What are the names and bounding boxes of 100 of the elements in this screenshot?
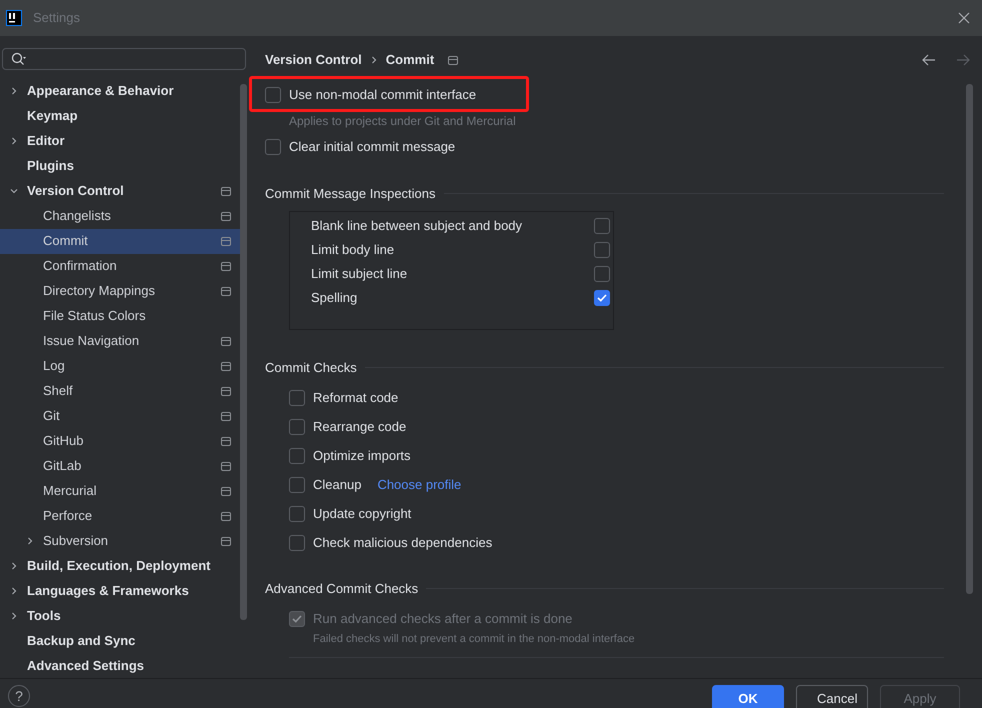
checkbox[interactable] (289, 418, 305, 434)
project-level-icon (221, 436, 231, 446)
tree-item[interactable]: Appearance & Behavior (0, 78, 240, 104)
checkbox[interactable] (594, 290, 610, 306)
checkbox[interactable] (289, 534, 305, 550)
checkbox[interactable] (594, 218, 610, 234)
inspection-name[interactable]: Blank line between subject and body (311, 216, 594, 236)
tree-item-label: Perforce (43, 507, 94, 526)
tree-item[interactable]: Tools (0, 604, 240, 628)
inspection-name[interactable]: Limit body line (311, 240, 594, 260)
inspection-name[interactable]: Limit subject line (311, 264, 594, 284)
choose-profile-link[interactable]: Choose profile (377, 474, 462, 494)
project-level-icon (221, 186, 231, 196)
checkbox-label[interactable]: Reformat code (313, 388, 398, 408)
tree-item-label: GitHub (43, 432, 84, 450)
project-level-icon (221, 412, 231, 420)
tree-item-label: Editor (27, 132, 66, 150)
checkbox-label[interactable]: Use non-modal commit interface (289, 85, 476, 105)
window-title: Settings (33, 9, 80, 28)
section-title: Advanced Commit Checks (265, 580, 418, 598)
tree-item[interactable]: Directory Mappings (0, 278, 240, 304)
tree-item[interactable]: File Status Colors (0, 304, 240, 328)
chevron-down-icon[interactable] (10, 187, 18, 195)
project-level-icon (221, 512, 231, 520)
tree-item[interactable]: Keymap (0, 104, 240, 128)
hint-text: Failed checks will not prevent a commit in the non-modal interface (313, 632, 636, 646)
project-level-icon (221, 262, 231, 270)
tree-item[interactable]: Build, Execution, Deployment (0, 554, 240, 578)
scrollbar[interactable] (240, 84, 247, 620)
forward-arrow-icon[interactable] (956, 54, 970, 66)
checkbox[interactable] (289, 448, 305, 464)
tree-item[interactable]: Advanced Settings (0, 654, 240, 678)
tree-item[interactable]: Backup and Sync (0, 628, 240, 654)
tree-item[interactable]: GitHub (0, 428, 240, 454)
checkbox[interactable] (594, 242, 610, 258)
tree-item[interactable]: Confirmation (0, 254, 240, 278)
tree-item[interactable]: Perforce (0, 504, 240, 528)
search-field[interactable] (2, 48, 246, 70)
project-level-icon (221, 386, 231, 396)
checkbox[interactable] (289, 506, 305, 522)
project-level-icon (221, 212, 231, 220)
help-button[interactable]: ? (8, 685, 30, 707)
checkbox[interactable] (594, 266, 610, 282)
tree-item-label: GitLab (43, 457, 82, 476)
project-level-icon (221, 462, 231, 470)
checkmark-icon (292, 614, 302, 622)
checkbox[interactable] (289, 476, 305, 492)
tree-item[interactable]: Editor (0, 128, 240, 154)
tree-item[interactable]: Issue Navigation (0, 328, 240, 354)
tree-item[interactable]: Git (0, 404, 240, 428)
project-level-icon (221, 536, 231, 546)
back-arrow-icon[interactable] (922, 54, 936, 66)
hint-text: Applies to projects under Git and Mercurial (289, 114, 517, 128)
search-icon (11, 52, 27, 66)
tree-item-label: Appearance & Behavior (27, 82, 175, 100)
checkbox-label[interactable]: Cleanup (313, 474, 362, 494)
chevron-right-icon (370, 56, 378, 64)
checkbox-label[interactable]: Clear initial commit message (289, 137, 456, 157)
checkmark-icon (597, 294, 607, 302)
breadcrumb-item[interactable]: Commit (386, 50, 434, 70)
checkbox-label[interactable]: Optimize imports (313, 446, 411, 466)
breadcrumb-item[interactable]: Version Control (265, 50, 362, 70)
chevron-right-icon[interactable] (10, 587, 18, 595)
tree-item-label: Directory Mappings (43, 282, 156, 300)
tree-item-label: Advanced Settings (27, 657, 146, 676)
app-logo-icon (6, 10, 22, 26)
tree-item[interactable]: Languages & Frameworks (0, 578, 240, 604)
chevron-right-icon[interactable] (26, 537, 34, 545)
checkbox[interactable] (289, 390, 305, 406)
tree-item[interactable]: Version Control (0, 178, 240, 204)
section-title: Commit Checks (265, 358, 357, 376)
tree-item[interactable]: GitLab (0, 454, 240, 478)
tree-item[interactable]: Log (0, 354, 240, 378)
tree-item-label: Mercurial (43, 482, 98, 500)
checkbox[interactable] (265, 139, 281, 155)
checkbox-label[interactable]: Check malicious dependencies (313, 532, 492, 552)
close-icon[interactable] (958, 12, 970, 24)
tree-item[interactable]: Plugins (0, 154, 240, 178)
project-level-icon (221, 336, 231, 346)
tree-item[interactable]: Subversion (0, 528, 240, 554)
scrollbar[interactable] (966, 84, 973, 594)
checkbox-label[interactable]: Rearrange code (313, 416, 406, 436)
chevron-right-icon[interactable] (10, 87, 18, 95)
project-level-icon (448, 56, 458, 64)
chevron-right-icon[interactable] (10, 562, 18, 570)
tree-item[interactable]: Mercurial (0, 478, 240, 504)
dialog-button[interactable]: OK (712, 685, 784, 708)
inspection-name[interactable]: Spelling (311, 288, 594, 308)
chevron-right-icon[interactable] (10, 612, 18, 620)
tree-item-label: Confirmation (43, 257, 118, 276)
tree-item-label: Shelf (43, 382, 74, 400)
tree-item[interactable]: Shelf (0, 378, 240, 404)
checkbox[interactable] (265, 87, 281, 103)
tree-item[interactable]: Changelists (0, 204, 240, 228)
tree-item[interactable]: Commit (0, 228, 240, 254)
chevron-right-icon[interactable] (10, 137, 18, 145)
tree-item-label: Backup and Sync (27, 632, 136, 650)
dialog-button[interactable]: Cancel (796, 685, 868, 708)
checkbox-label[interactable]: Update copyright (313, 504, 412, 524)
tree-item-label: Languages & Frameworks (27, 582, 190, 600)
